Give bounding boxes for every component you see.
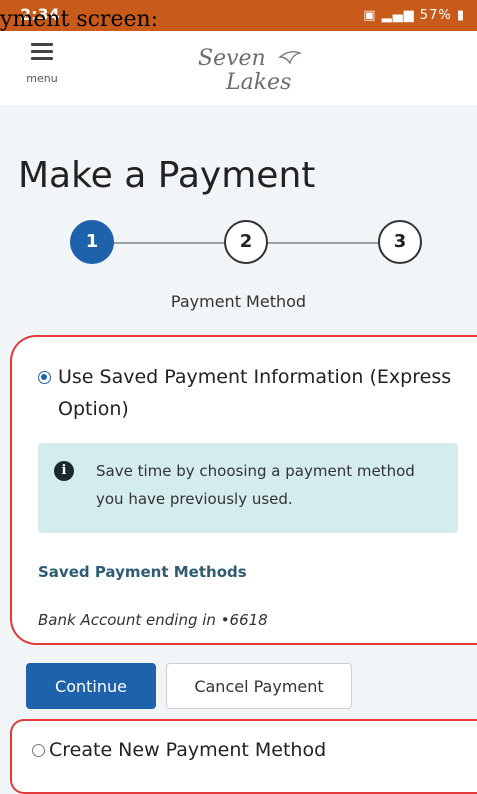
battery-icon: ▮ bbox=[456, 8, 465, 23]
notification-icon: ▣ bbox=[363, 8, 377, 23]
hamburger-icon bbox=[31, 43, 53, 64]
stepper-line bbox=[266, 242, 378, 244]
saved-method-item[interactable]: Bank Account ending in •6618 bbox=[38, 611, 268, 629]
page-content: Make a Payment 1 2 3 Payment Method Use … bbox=[0, 105, 477, 794]
step-label: Payment Method bbox=[170, 292, 307, 311]
status-icons: ▣ ▂▄▆ 57% ▮ bbox=[363, 8, 465, 23]
seven-lakes-logo: Seven Lakes bbox=[198, 46, 303, 95]
new-payment-card: Create New Payment Method bbox=[10, 719, 477, 794]
overlay-caption: yment screen: bbox=[0, 7, 159, 32]
stepper: 1 2 3 bbox=[70, 220, 424, 266]
new-payment-option[interactable]: Create New Payment Method bbox=[32, 739, 326, 761]
menu-button[interactable]: menu bbox=[18, 39, 66, 95]
battery-percent: 57% bbox=[419, 8, 452, 23]
step-1: 1 bbox=[70, 220, 114, 264]
new-payment-radio[interactable] bbox=[32, 743, 45, 757]
saved-payment-option[interactable]: Use Saved Payment Information (Express O… bbox=[38, 361, 468, 425]
saved-payment-card: Use Saved Payment Information (Express O… bbox=[10, 335, 477, 645]
saved-payment-radio[interactable] bbox=[38, 371, 51, 384]
info-text: Save time by choosing a payment method y… bbox=[96, 462, 415, 508]
saved-methods-heading: Saved Payment Methods bbox=[38, 563, 247, 581]
saved-payment-label: Use Saved Payment Information (Express O… bbox=[58, 366, 452, 420]
page-title: Make a Payment bbox=[18, 155, 316, 196]
stepper-line bbox=[112, 242, 224, 244]
continue-button[interactable]: Continue bbox=[26, 663, 156, 709]
menu-label: menu bbox=[26, 72, 58, 85]
logo-text-seven: Seven bbox=[198, 46, 266, 71]
step-3: 3 bbox=[378, 220, 422, 264]
bird-icon bbox=[278, 50, 303, 65]
new-payment-label: Create New Payment Method bbox=[49, 739, 327, 761]
app-header: menu Seven Lakes bbox=[0, 31, 477, 106]
info-icon: i bbox=[54, 461, 74, 481]
info-alert: i Save time by choosing a payment method… bbox=[38, 443, 458, 533]
signal-icon: ▂▄▆ bbox=[381, 8, 415, 23]
logo-text-lakes: Lakes bbox=[225, 70, 291, 95]
step-2: 2 bbox=[224, 220, 268, 264]
cancel-payment-button[interactable]: Cancel Payment bbox=[166, 663, 352, 709]
